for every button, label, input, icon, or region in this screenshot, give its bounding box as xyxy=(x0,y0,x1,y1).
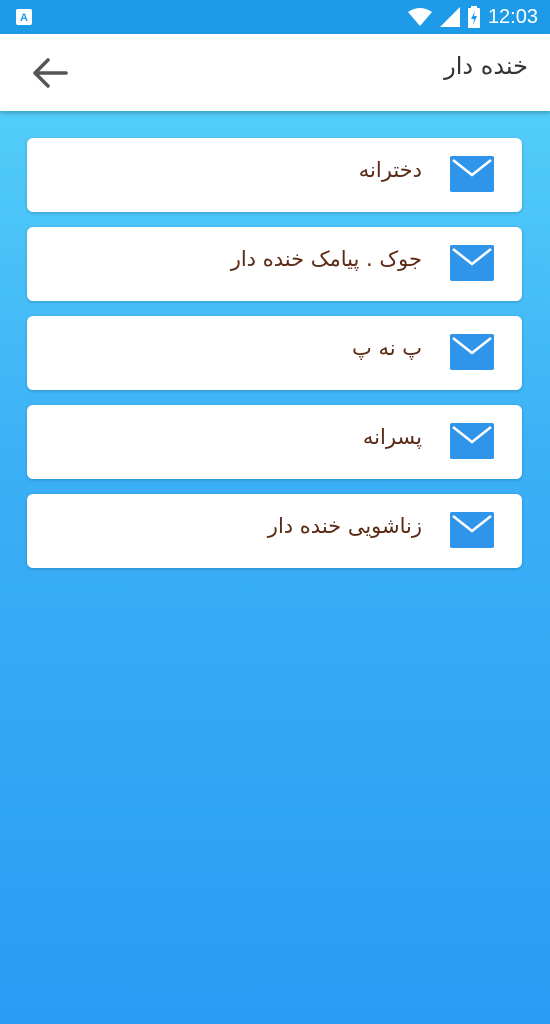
mail-icon xyxy=(450,423,494,459)
category-item-girls[interactable]: دخترانه xyxy=(27,138,522,212)
category-item-marital[interactable]: زناشویی خنده دار xyxy=(27,494,522,568)
wifi-icon xyxy=(407,8,432,26)
mail-icon xyxy=(450,156,494,192)
mail-icon xyxy=(450,334,494,370)
app-bar: خنده دار xyxy=(0,34,550,111)
status-icons: 12:03 xyxy=(407,0,538,34)
category-label: جوک . پیامک خنده دار xyxy=(230,247,422,271)
category-item-pe-na-pe[interactable]: پ نه پ xyxy=(27,316,522,390)
status-time: 12:03 xyxy=(487,5,538,28)
a-notification-icon: A xyxy=(16,9,32,25)
category-list: دخترانه جوک . پیامک خنده دار پ نه پ پسرا… xyxy=(27,138,522,583)
category-label: زناشویی خنده دار xyxy=(267,514,422,538)
category-label: پ نه پ xyxy=(352,336,422,360)
category-label: پسرانه xyxy=(362,425,422,449)
mail-icon xyxy=(450,512,494,548)
status-bar: A 12:03 xyxy=(0,0,550,34)
arrow-left-icon[interactable] xyxy=(30,54,70,92)
category-item-boys[interactable]: پسرانه xyxy=(27,405,522,479)
category-item-jokes[interactable]: جوک . پیامک خنده دار xyxy=(27,227,522,301)
page-title: خنده دار xyxy=(444,52,528,80)
svg-text:A: A xyxy=(20,12,28,24)
mail-icon xyxy=(450,245,494,281)
category-label: دخترانه xyxy=(358,158,422,182)
battery-icon xyxy=(467,6,480,28)
signal-icon xyxy=(439,7,460,27)
